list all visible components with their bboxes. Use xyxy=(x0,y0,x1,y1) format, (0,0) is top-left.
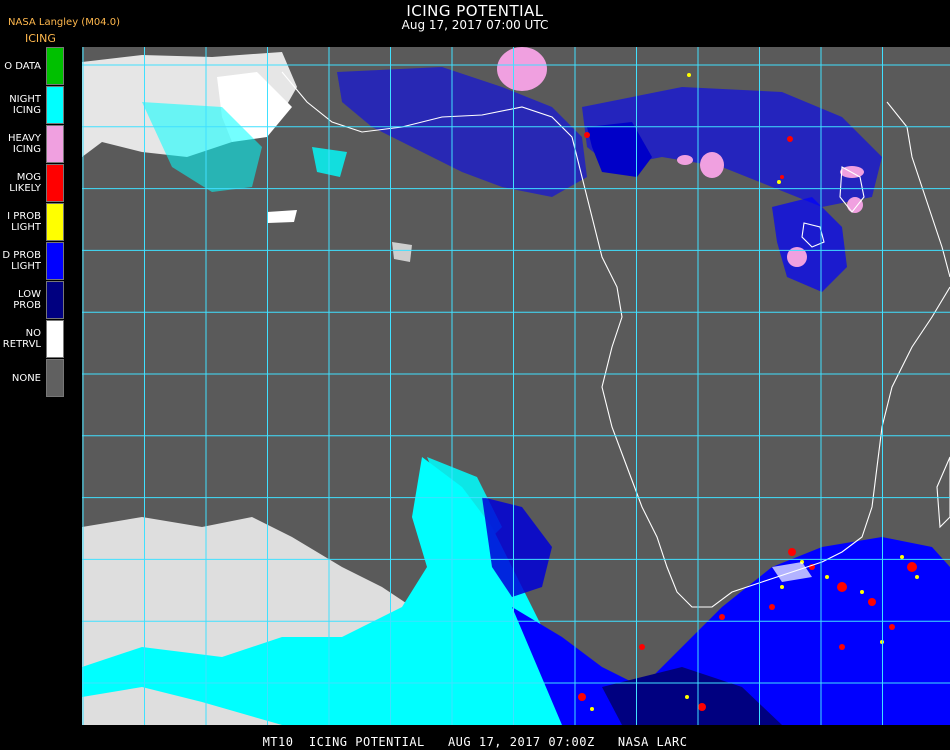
legend-title: ICING xyxy=(25,32,56,45)
legend-item-swatch xyxy=(46,125,64,163)
legend-item-label: NIGHT ICING xyxy=(0,86,41,124)
legend-item-label-line: MOG xyxy=(16,172,41,183)
legend-item-label-line: ICING xyxy=(12,144,41,155)
legend-item: NO RETRVL xyxy=(0,320,66,359)
legend-item-label-line: I PROB xyxy=(7,211,41,222)
legend-item: D PROB LIGHT xyxy=(0,242,66,281)
legend-item-label-line: NO xyxy=(25,328,41,339)
legend-item-swatch xyxy=(46,359,64,397)
legend-item-label-line: LIGHT xyxy=(11,261,41,272)
footer-caption: MT10 ICING POTENTIAL AUG 17, 2017 07:00Z… xyxy=(262,735,688,749)
light-spot-2 xyxy=(687,73,691,77)
legend-item-swatch xyxy=(46,86,64,124)
legend-item: O DATA xyxy=(0,47,66,86)
legend-item-label: I PROB LIGHT xyxy=(0,203,41,241)
legend-item: NIGHT ICING xyxy=(0,86,66,125)
color-legend: O DATA NIGHT ICING HEAVY ICING MOG LIKELY I PRO… xyxy=(0,47,66,398)
moderate-spot-2 xyxy=(787,136,793,142)
legend-item-label: HEAVY ICING xyxy=(0,125,41,163)
heavy-icing-cell-3 xyxy=(677,155,693,165)
legend-item-label-line: LIGHT xyxy=(11,222,41,233)
legend-item-label-line: D PROB xyxy=(2,250,41,261)
light-spot-1 xyxy=(777,180,781,184)
legend-item-label: LOW PROB xyxy=(0,281,41,319)
legend-item-label-line: LOW xyxy=(18,289,41,300)
legend-item-label: NO RETRVL xyxy=(0,320,41,358)
legend-item: HEAVY ICING xyxy=(0,125,66,164)
moderate-spot-3 xyxy=(780,175,784,179)
legend-item-label-line: ICING xyxy=(12,105,41,116)
legend-item-label-line: O DATA xyxy=(4,60,41,72)
legend-item-label-line: HEAVY xyxy=(8,133,41,144)
product-id-label: NASA Langley (M04.0) xyxy=(8,17,120,28)
no-retrieval-speck-west xyxy=(267,210,297,223)
moderate-spot-1 xyxy=(584,132,590,138)
legend-item-label: O DATA xyxy=(0,47,41,85)
heavy-icing-cell-1 xyxy=(497,47,547,91)
legend-item-label-line: RETRVL xyxy=(2,339,41,350)
legend-item-swatch xyxy=(46,242,64,280)
legend-item-swatch xyxy=(46,164,64,202)
legend-item: I PROB LIGHT xyxy=(0,203,66,242)
legend-item-label: MOG LIKELY xyxy=(0,164,41,202)
legend-item-label: D PROB LIGHT xyxy=(0,242,41,280)
map-datetime: Aug 17, 2017 07:00 UTC xyxy=(401,18,549,32)
legend-item-swatch xyxy=(46,203,64,241)
legend-item-swatch xyxy=(46,320,64,358)
legend-item-label-line: LIKELY xyxy=(9,183,41,194)
no-retrieval-speck-central xyxy=(392,242,412,262)
heavy-icing-cell-6 xyxy=(847,197,863,213)
legend-item: MOG LIKELY xyxy=(0,164,66,203)
legend-item-label-line: NIGHT xyxy=(9,94,41,105)
heavy-icing-cell-2 xyxy=(700,152,724,178)
legend-item: NONE xyxy=(0,359,66,398)
legend-item: LOW PROB xyxy=(0,281,66,320)
legend-item-label-line: PROB xyxy=(13,300,41,311)
legend-item-label: NONE xyxy=(0,359,41,397)
legend-item-swatch xyxy=(46,47,64,85)
icing-potential-map xyxy=(82,47,950,725)
legend-item-swatch xyxy=(46,281,64,319)
legend-item-label-line: NONE xyxy=(11,372,41,384)
